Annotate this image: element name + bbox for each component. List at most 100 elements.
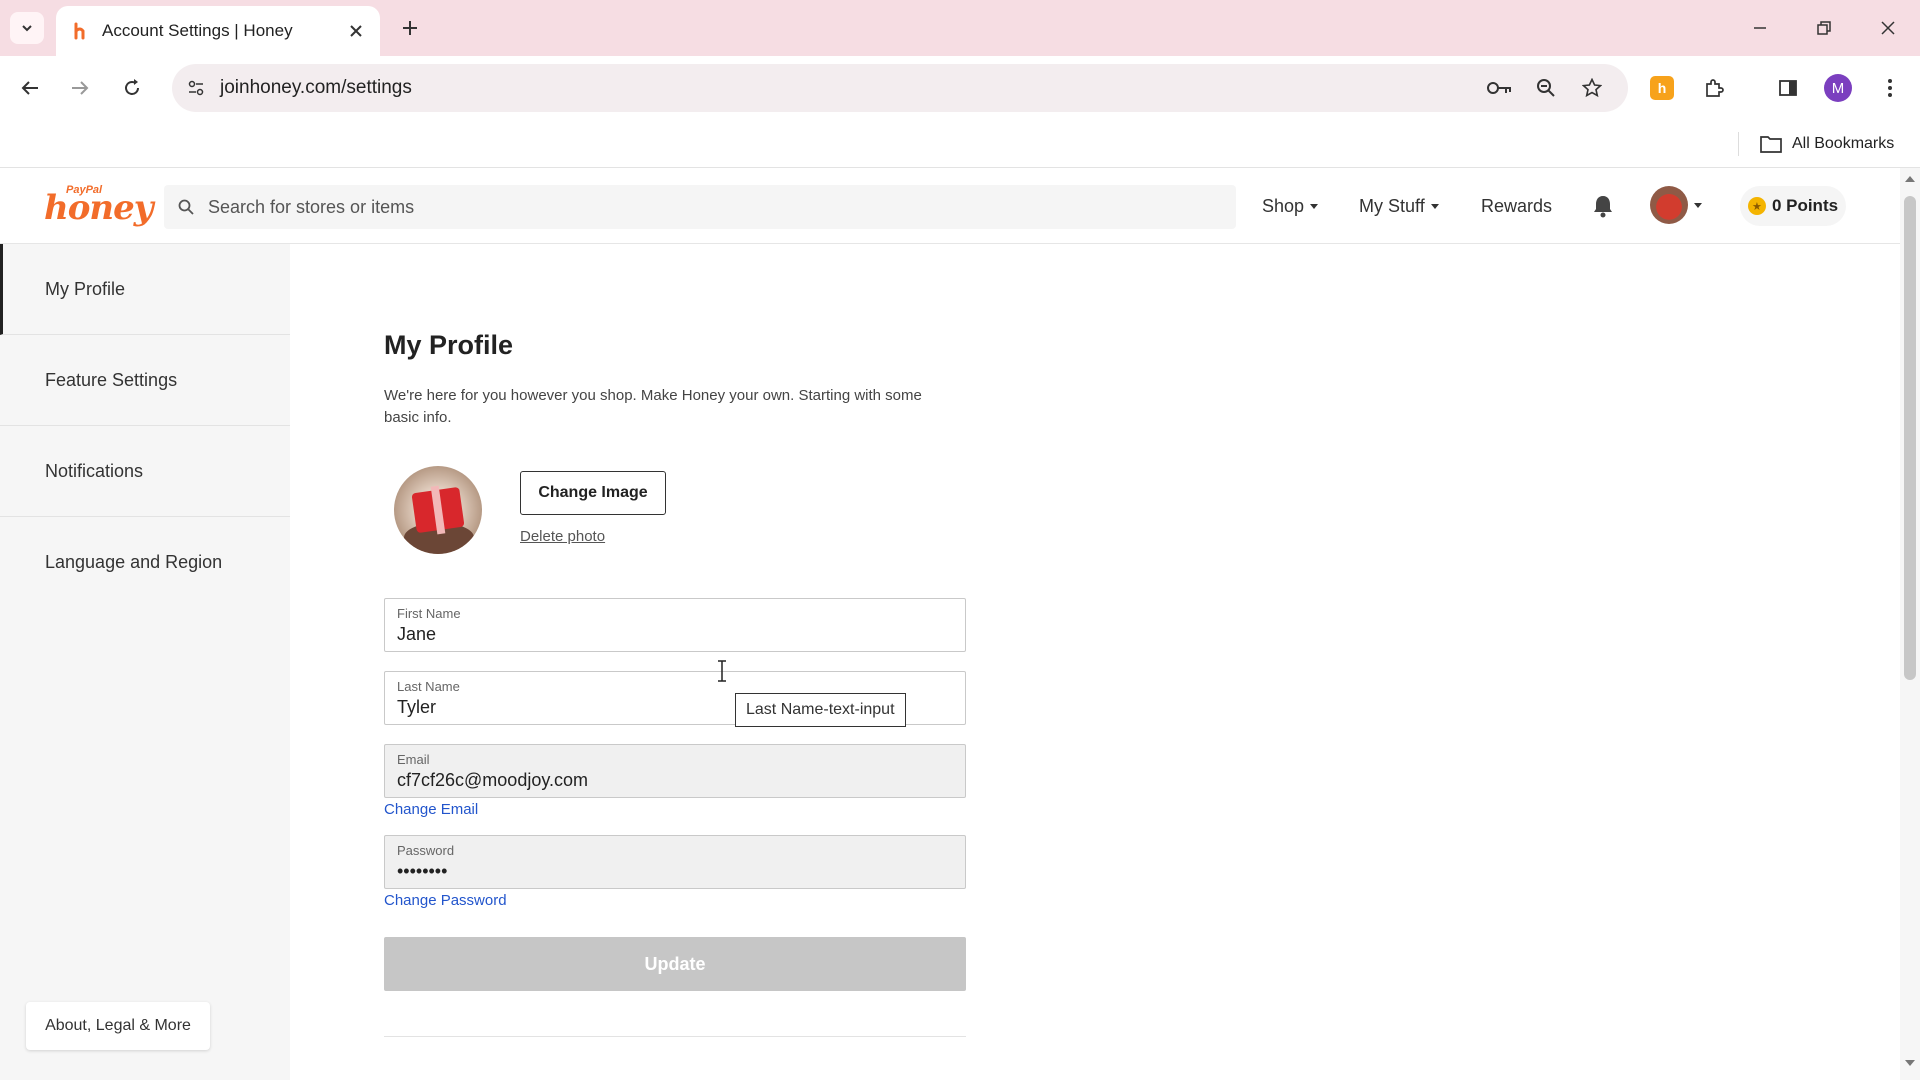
tab-title: Account Settings | Honey xyxy=(102,21,293,40)
browser-toolbar: joinhoney.com/settings h M xyxy=(0,56,1920,120)
points-label: 0 Points xyxy=(1771,196,1839,215)
close-icon xyxy=(1881,21,1895,35)
sidebar-item-label: Feature Settings xyxy=(45,369,178,390)
puzzle-icon xyxy=(1706,79,1724,97)
site-header: PayPal honey Shop My Stuff Rewards ★ 0 P… xyxy=(0,168,1900,244)
close-tab-icon[interactable] xyxy=(342,17,370,45)
honey-extension-button[interactable]: h xyxy=(1644,70,1680,106)
password-value: •••••••• xyxy=(397,861,448,881)
change-password-link[interactable]: Change Password xyxy=(384,892,507,909)
extensions-button[interactable] xyxy=(1696,70,1732,106)
tab-search-button[interactable] xyxy=(10,12,44,44)
settings-sidebar: My Profile Feature Settings Notification… xyxy=(0,244,290,1080)
user-avatar xyxy=(1650,186,1688,224)
shop-menu[interactable]: Shop xyxy=(1262,192,1319,220)
store-search-bar[interactable] xyxy=(164,185,1236,229)
user-menu[interactable] xyxy=(1650,186,1702,224)
caret-down-icon xyxy=(1430,203,1439,209)
sidebar-item-feature-settings[interactable]: Feature Settings xyxy=(0,335,290,426)
points-badge[interactable]: ★ 0 Points xyxy=(1740,186,1846,226)
bookmark-star-icon[interactable] xyxy=(1578,74,1606,102)
page-scrollbar[interactable] xyxy=(1900,168,1920,1080)
honey-logo[interactable]: PayPal honey xyxy=(44,184,154,228)
shop-menu-label: Shop xyxy=(1262,195,1305,216)
sidebar-item-label: My Profile xyxy=(45,278,126,299)
arrow-left-icon xyxy=(21,81,38,95)
minimize-icon xyxy=(1754,27,1766,29)
scroll-up-arrow-icon[interactable] xyxy=(1905,176,1915,182)
site-info-icon[interactable] xyxy=(182,74,210,102)
caret-down-icon xyxy=(1694,202,1702,208)
logo-honey-text: honey xyxy=(44,188,154,228)
rewards-label: Rewards xyxy=(1481,195,1553,216)
profile-button[interactable]: M xyxy=(1820,70,1856,106)
text-cursor-icon xyxy=(718,660,726,682)
trophy-icon: ★ xyxy=(1747,197,1766,215)
email-label: Email xyxy=(397,752,430,767)
first-name-field[interactable]: First Name xyxy=(384,598,966,652)
change-email-link[interactable]: Change Email xyxy=(384,801,478,818)
side-panel-button[interactable] xyxy=(1770,70,1806,106)
sidebar-item-label: Language and Region xyxy=(45,552,223,572)
plus-icon xyxy=(403,21,417,35)
back-button[interactable] xyxy=(12,70,48,106)
sidebar-item-label: Notifications xyxy=(45,460,144,481)
browser-menu-button[interactable] xyxy=(1872,70,1908,106)
email-input xyxy=(397,770,937,791)
scrollbar-thumb[interactable] xyxy=(1904,196,1916,680)
profile-photo xyxy=(394,466,482,554)
my-stuff-menu-label: My Stuff xyxy=(1359,195,1425,216)
reload-icon xyxy=(125,79,139,95)
minimize-button[interactable] xyxy=(1740,10,1780,46)
reload-button[interactable] xyxy=(114,70,150,106)
all-bookmarks-label: All Bookmarks xyxy=(1792,135,1895,152)
page-title: My Profile xyxy=(384,330,514,360)
password-field: Password •••••••• xyxy=(384,835,966,889)
last-name-label: Last Name xyxy=(397,679,460,694)
honey-extension-icon: h xyxy=(1650,76,1674,100)
sidebar-item-my-profile[interactable]: My Profile xyxy=(0,244,290,335)
bookmarks-separator xyxy=(1738,132,1739,156)
browser-tab-strip: Account Settings | Honey xyxy=(0,0,1920,56)
folder-icon xyxy=(1760,136,1782,153)
my-stuff-menu[interactable]: My Stuff xyxy=(1359,192,1439,220)
new-tab-button[interactable] xyxy=(394,12,426,44)
arrow-right-icon xyxy=(72,81,89,95)
bookmarks-bar: All Bookmarks xyxy=(0,120,1920,168)
sidebar-item-language-region[interactable]: Language and Region xyxy=(0,517,290,608)
sidebar-item-notifications[interactable]: Notifications xyxy=(0,426,290,517)
caret-down-icon xyxy=(1310,203,1319,209)
all-bookmarks-button[interactable]: All Bookmarks xyxy=(1760,128,1894,160)
about-legal-button[interactable]: About, Legal & More xyxy=(26,1002,210,1050)
side-panel-icon xyxy=(1779,80,1797,96)
restore-button[interactable] xyxy=(1804,10,1844,46)
forward-button[interactable] xyxy=(62,70,98,106)
search-input[interactable] xyxy=(208,196,1208,218)
profile-main: My Profile We're here for you however yo… xyxy=(290,244,1900,1080)
delete-photo-link[interactable]: Delete photo xyxy=(520,528,605,545)
rewards-link[interactable]: Rewards xyxy=(1481,192,1552,220)
address-bar[interactable]: joinhoney.com/settings xyxy=(172,64,1628,112)
restore-icon xyxy=(1817,21,1831,35)
update-button[interactable]: Update xyxy=(384,937,966,991)
honey-favicon-icon xyxy=(70,21,90,41)
zoom-icon[interactable] xyxy=(1532,74,1560,102)
scroll-down-arrow-icon[interactable] xyxy=(1905,1060,1915,1066)
email-field: Email xyxy=(384,744,966,798)
url-text[interactable]: joinhoney.com/settings xyxy=(220,77,412,99)
section-divider xyxy=(384,1036,966,1037)
search-icon xyxy=(176,197,196,217)
more-vert-icon xyxy=(1888,79,1892,97)
browser-tab-active[interactable]: Account Settings | Honey xyxy=(56,6,380,56)
chevron-down-icon xyxy=(22,25,32,32)
notifications-bell-icon[interactable] xyxy=(1588,190,1618,222)
password-label: Password xyxy=(397,843,455,858)
profile-intro-text: We're here for you however you shop. Mak… xyxy=(384,387,922,426)
last-name-tooltip: Last Name-text-input xyxy=(735,693,906,727)
password-key-icon[interactable] xyxy=(1486,74,1514,102)
first-name-input[interactable] xyxy=(397,624,937,645)
change-image-button[interactable]: Change Image xyxy=(520,471,666,515)
profile-avatar: M xyxy=(1824,74,1852,102)
first-name-label: First Name xyxy=(397,606,461,621)
close-window-button[interactable] xyxy=(1868,10,1908,46)
